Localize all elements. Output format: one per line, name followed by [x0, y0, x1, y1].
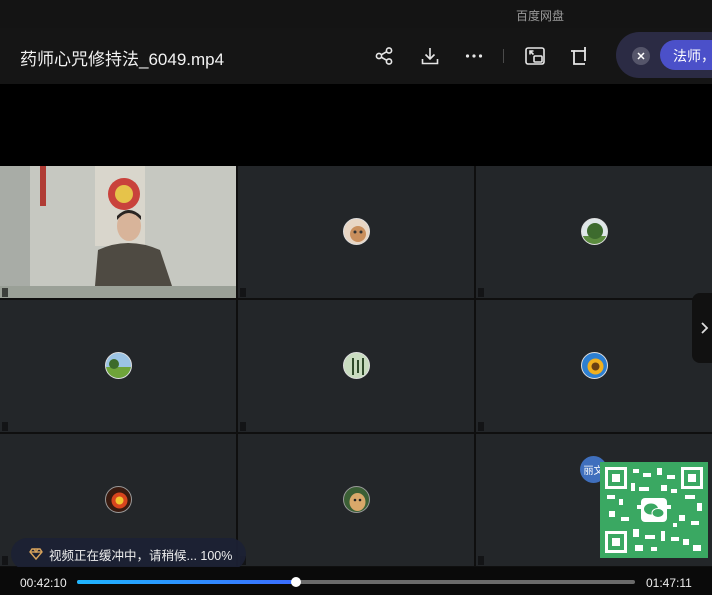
participant-avatar — [343, 218, 370, 245]
participant-avatar — [343, 352, 370, 379]
buffering-text: 视频正在缓冲中，请稍候... 100% — [49, 548, 233, 563]
buffering-toast: 视频正在缓冲中，请稍候... 100% — [11, 538, 246, 570]
notice-text: 法师， — [673, 48, 712, 64]
qr-code — [600, 462, 708, 558]
picture-in-picture-icon — [525, 47, 545, 65]
participant-tile — [238, 434, 474, 566]
participant-tile — [476, 300, 712, 432]
more-icon — [465, 54, 483, 58]
participant-avatar — [343, 486, 370, 513]
participant-tile — [476, 166, 712, 298]
download-icon — [421, 48, 439, 65]
header-divider — [503, 49, 504, 63]
host-video-frame — [0, 166, 236, 298]
participant-tile-host — [0, 166, 236, 298]
chevron-right-icon — [701, 322, 709, 334]
participant-label — [478, 288, 484, 297]
participant-avatar — [105, 486, 132, 513]
progress-thumb[interactable] — [291, 577, 302, 587]
participant-tile — [0, 300, 236, 432]
mini-window-button[interactable] — [566, 44, 590, 68]
mini-window-icon — [571, 47, 586, 65]
notice-close-button[interactable] — [632, 47, 650, 65]
share-button[interactable] — [372, 44, 396, 68]
participant-label — [478, 556, 484, 565]
next-page-button[interactable] — [692, 293, 712, 363]
participant-label — [2, 556, 8, 565]
more-button[interactable] — [462, 44, 486, 68]
notice-pill[interactable]: 法师， — [660, 40, 712, 70]
participant-avatar — [581, 352, 608, 379]
participant-label — [240, 288, 246, 297]
participant-label — [2, 288, 8, 297]
current-time: 00:42:10 — [20, 576, 67, 590]
close-icon — [637, 52, 645, 60]
progress-fill — [77, 580, 297, 584]
diamond-icon — [29, 548, 43, 561]
picture-in-picture-button[interactable] — [523, 44, 547, 68]
participant-label — [2, 422, 8, 431]
playback-controls: 00:42:10 01:47:11 — [0, 567, 712, 595]
participant-label — [478, 422, 484, 431]
share-icon — [375, 47, 393, 65]
notice-bar: 法师， — [616, 32, 712, 78]
title-bar: 百度网盘 — [0, 0, 712, 28]
player-header: 药师心咒修持法_6049.mp4 — [0, 28, 712, 84]
app-name: 百度网盘 — [516, 9, 565, 23]
qr-code-pattern — [603, 465, 705, 555]
participant-tile — [238, 166, 474, 298]
participant-tile — [238, 300, 474, 432]
total-time: 01:47:11 — [646, 576, 692, 590]
participant-label — [240, 422, 246, 431]
download-button[interactable] — [418, 44, 442, 68]
participant-avatar — [105, 352, 132, 379]
progress-bar[interactable] — [77, 577, 635, 587]
file-title: 药师心咒修持法_6049.mp4 — [20, 50, 225, 69]
participant-avatar — [581, 218, 608, 245]
